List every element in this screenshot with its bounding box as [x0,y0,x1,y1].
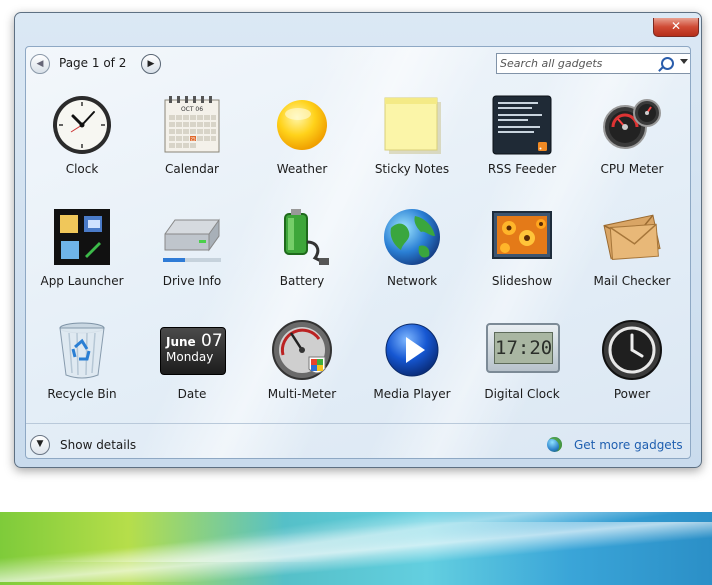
globe-icon [547,437,562,452]
gadget-label: Battery [279,274,325,288]
gadget-tile[interactable]: Drive Info [137,204,247,316]
search-box[interactable] [496,53,690,74]
drive-info-icon [163,218,221,262]
gadget-label: Recycle Bin [47,387,117,401]
gadget-label: Calendar [165,162,219,176]
gadget-tile[interactable]: Battery [247,204,357,316]
show-details-button[interactable]: ▼ [30,435,50,455]
gadget-tile[interactable]: Clock [27,92,137,204]
search-input[interactable] [500,55,650,71]
footer-divider [26,423,690,424]
gadget-label: RSS Feeder [487,162,557,176]
gadget-tile[interactable]: RSS Feeder [467,92,577,204]
gadget-tile[interactable]: Media Player [357,317,467,429]
search-dropdown-icon[interactable] [680,59,688,64]
power-clock-icon [602,320,662,380]
date-month-text: June [166,335,196,349]
gallery-toolbar: ◀ Page 1 of 2 ▶ [26,47,690,79]
slideshow-icon [492,211,552,259]
recycle-bin-icon [59,322,105,379]
gadget-tile[interactable]: June 07 Monday Date [137,317,247,429]
digital-clock-time: 17:20 [495,337,553,359]
close-button[interactable] [653,18,699,37]
clock-icon [53,96,111,154]
sticky-note-icon [384,97,441,154]
next-page-button[interactable]: ▶ [141,54,161,74]
gadget-label: CPU Meter [600,162,664,176]
gadget-label: Weather [276,162,328,176]
gadget-label: Digital Clock [484,387,560,401]
rss-feeder-icon [492,95,552,155]
calendar-icon: OCT 06 25 [164,96,220,153]
gadget-tile[interactable]: Power [577,317,687,429]
previous-page-button[interactable]: ◀ [30,54,50,74]
gadget-label: Clock [65,162,99,176]
gadget-label: App Launcher [40,274,124,288]
page-indicator: Page 1 of 2 [59,56,127,70]
gadget-label: Network [386,274,438,288]
mail-envelope-icon [603,214,661,260]
gadget-tile[interactable]: Network [357,204,467,316]
gadget-tile[interactable]: Mail Checker [577,204,687,316]
gadget-tile[interactable]: OCT 06 25 Calendar [137,92,247,204]
gadget-tile[interactable]: Recycle Bin [27,317,137,429]
gadget-label: Multi-Meter [267,387,337,401]
gadget-tile[interactable]: Multi-Meter [247,317,357,429]
gadget-label: Media Player [373,387,451,401]
battery-icon [284,209,329,265]
gadget-tile[interactable]: CPU Meter [577,92,687,204]
gadget-grid: Clock OCT 06 25 Calendar Weather Sticky … [26,92,690,427]
gadget-label: Date [177,387,207,401]
date-day-text: 07 [201,331,223,351]
gadget-label: Mail Checker [593,274,671,288]
gadget-label: Sticky Notes [374,162,450,176]
gadget-label: Drive Info [162,274,222,288]
weather-sun-icon [277,100,327,150]
get-more-gadgets-link[interactable]: Get more gadgets [574,438,683,452]
play-button-icon [385,323,439,377]
calendar-month-text: OCT 06 [181,106,203,113]
show-details-label[interactable]: Show details [60,438,136,452]
digital-clock-icon: 17:20 [486,323,560,373]
search-icon[interactable] [661,57,674,70]
gadget-tile[interactable]: Sticky Notes [357,92,467,204]
globe-icon [384,209,440,265]
gadget-label: Power [613,387,651,401]
date-weekday-text: Monday [166,350,214,364]
calendar-today-text: 25 [190,137,196,142]
gadget-panel: ◀ Page 1 of 2 ▶ Search all gadgets Clock… [25,46,691,459]
gadget-tile[interactable]: Slideshow [467,204,577,316]
app-launcher-icon [54,209,110,265]
gadget-tile[interactable]: App Launcher [27,204,137,316]
gadget-tile[interactable]: Weather [247,92,357,204]
gadget-tile[interactable]: 17:20 Digital Clock [467,317,577,429]
gadget-label: Slideshow [491,274,553,288]
desktop-wallpaper [0,512,712,585]
date-icon: June 07 Monday [160,327,226,375]
gadget-gallery-window: ◀ Page 1 of 2 ▶ [14,12,702,468]
multi-meter-icon [272,320,332,380]
cpu-meter-icon [603,99,661,149]
